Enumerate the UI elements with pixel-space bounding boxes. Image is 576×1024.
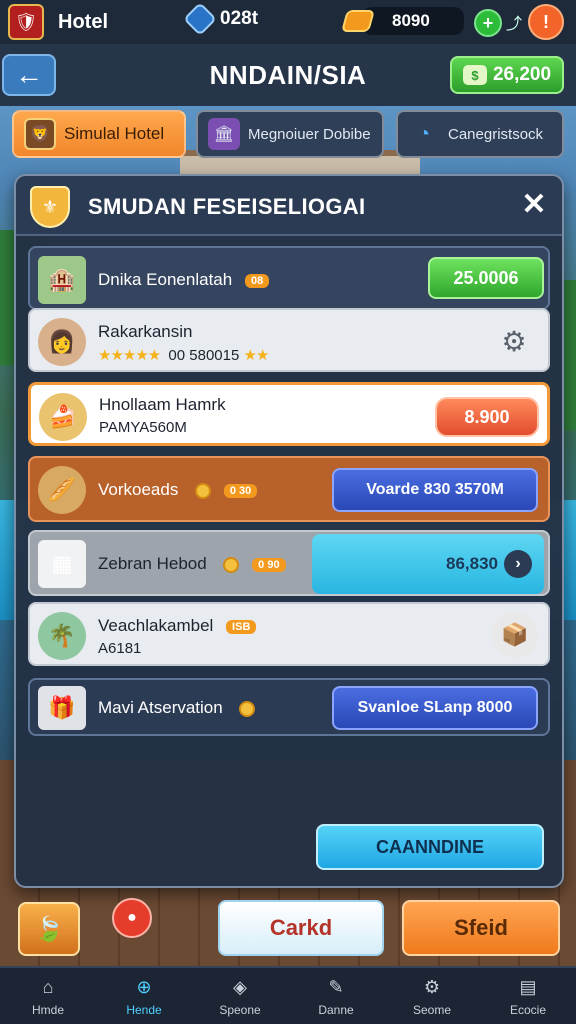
rating-value: 00 580015 — [168, 347, 240, 364]
coin-icon — [195, 482, 212, 499]
list-item[interactable]: ▦ Zebran Hebod 0 90 86,830 › — [28, 530, 550, 596]
row-title: Dnika Eonenlatah — [98, 270, 233, 289]
top-bar: 🛡 Hotel 028t 8090 + ⤴ ! — [0, 0, 576, 44]
nav-item-ecocie[interactable]: ▤ Ecocie — [480, 968, 576, 1024]
reservation-modal: ⚜ SMUDAN FESEISELIOGAI ✕ 🏨 Dnika Eonenla… — [14, 174, 564, 888]
list-item[interactable]: 🏨 Dnika Eonenlatah 08 25.0006 — [28, 246, 550, 310]
row-title: Vorkoeads — [98, 480, 179, 499]
price-button[interactable]: 25.0006 — [428, 257, 544, 299]
list-item[interactable]: 🥖 Vorkoeads 0 30 Voarde 830 3570M — [28, 456, 550, 522]
list-item[interactable]: 🎁 Mavi Atservation Svanloe SLanp 8000 — [28, 678, 550, 736]
row-value: 86,830 — [446, 554, 498, 573]
add-currency-button[interactable]: + — [474, 9, 502, 37]
nav-item-home[interactable]: ⌂ Hmde — [0, 968, 96, 1024]
nav-item-seome[interactable]: ⚙ Seome — [384, 968, 480, 1024]
gem-icon — [183, 2, 217, 36]
row-title: Zebran Hebod — [98, 554, 207, 573]
row-subtitle: A6181 — [98, 640, 142, 657]
bread-basket-icon: 🥖 — [38, 466, 86, 514]
share-icon[interactable]: ⤴ — [506, 10, 522, 34]
floor-plan-icon: ▦ — [38, 540, 86, 588]
chevron-right-icon[interactable]: › — [504, 550, 532, 578]
list-item[interactable]: 👩 Rakarkansin ★★★★★ 00 580015 ★★ ⚙ — [28, 308, 550, 372]
row-tag: ISB — [226, 619, 257, 634]
value-bar[interactable]: 86,830 › — [312, 534, 544, 594]
row-title: Veachlakambel — [98, 616, 214, 635]
resort-thumbnail-icon: 🌴 — [38, 612, 86, 660]
tab-simulal-hotel[interactable]: 🦁 Simulal Hotel — [12, 110, 186, 158]
start-button[interactable]: Sfeid — [402, 900, 560, 956]
nav-label: Ecocie — [509, 1003, 547, 1017]
manager-icon: 🏛 — [208, 118, 240, 150]
cash-balance[interactable]: $ 26,200 — [450, 56, 564, 94]
bottom-nav: ⌂ Hmde ⊕ Hende ◈ Speone ✎ Danne ⚙ Seome … — [0, 966, 576, 1024]
nav-item-danne[interactable]: ✎ Danne — [288, 968, 384, 1024]
gold-counter: 8090 — [341, 7, 464, 35]
row-tag: 0 90 — [252, 557, 286, 572]
nav-label: Hmde — [31, 1003, 64, 1017]
modal-header: ⚜ SMUDAN FESEISELIOGAI ✕ — [16, 176, 562, 236]
badge-icon: ⚜ — [30, 186, 70, 228]
guest-avatar: 👩 — [38, 318, 86, 366]
coin-icon — [223, 556, 240, 573]
header: ← NNDAIN/SIA $ 26,200 — [0, 44, 576, 106]
tab-label: Simulal Hotel — [64, 124, 165, 143]
chart-icon: ▤ — [519, 976, 537, 997]
notification-icon[interactable]: ● — [112, 898, 152, 938]
tab-canegristsock[interactable]: ◔ Canegristsock — [396, 110, 564, 158]
list-item[interactable]: 🌴 Veachlakambel ISB A6181 📦 — [28, 602, 550, 666]
star-rating-icon: ★★★★★ — [98, 347, 161, 364]
app-name: Hotel — [58, 10, 108, 33]
row-title: Hnollaam Hamrk — [99, 395, 226, 414]
hotel-thumbnail-icon: 🏨 — [38, 256, 86, 304]
cash-icon: $ — [462, 65, 487, 85]
pen-icon: ✎ — [328, 976, 344, 997]
food-tray-icon: 🍰 — [39, 393, 87, 441]
nav-item-hende[interactable]: ⊕ Hende — [96, 968, 192, 1024]
home-icon: ⌂ — [42, 976, 54, 997]
clock-icon: ◔ — [417, 122, 431, 145]
alert-menu-button[interactable]: ! — [528, 4, 564, 40]
continue-button[interactable]: CAANNDINE — [316, 824, 544, 870]
star-extra-icon: ★★ — [243, 347, 270, 364]
delivery-box-icon[interactable]: 📦 — [492, 612, 538, 658]
gift-box-icon: 🎁 — [38, 686, 86, 730]
close-button[interactable]: ✕ — [516, 186, 552, 222]
nav-item-speone[interactable]: ◈ Speone — [192, 968, 288, 1024]
app-logo-icon[interactable]: 🛡 — [8, 4, 44, 40]
nav-label: Seome — [412, 1003, 452, 1017]
globe-icon: ⊕ — [136, 976, 152, 997]
nav-label: Speone — [219, 1003, 261, 1017]
tab-megnoiuer[interactable]: 🏛 Megnoiuer Dobibe — [196, 110, 384, 158]
tab-bar: 🦁 Simulal Hotel 🏛 Megnoiuer Dobibe ◔ Can… — [0, 110, 576, 160]
reward-button[interactable]: Voarde 830 3570M — [332, 468, 538, 512]
gems-counter: 028t — [183, 2, 259, 36]
row-tag: 08 — [244, 273, 270, 288]
shield-icon: ◈ — [233, 976, 247, 997]
gems-value: 028t — [220, 8, 259, 29]
cancel-button[interactable]: Carkd — [218, 900, 384, 956]
film-reel-icon[interactable]: ⚙ — [490, 320, 538, 362]
row-title: Rakarkansin — [98, 322, 193, 341]
tab-label: Megnoiuer Dobibe — [248, 125, 371, 143]
tab-label: Canegristsock — [448, 125, 544, 143]
nav-label: Danne — [318, 1003, 354, 1017]
gear-icon: ⚙ — [423, 976, 441, 997]
row-title: Mavi Atservation — [98, 698, 223, 717]
coin-icon — [239, 700, 256, 717]
row-subtitle: PAMYA560M — [99, 419, 187, 436]
cost-button[interactable]: 8.900 — [435, 397, 539, 437]
gold-value: 8090 — [362, 7, 464, 35]
hotel-crest-icon: 🦁 — [24, 118, 56, 150]
row-tag: 0 30 — [223, 483, 258, 498]
cash-value: 26,200 — [492, 64, 552, 85]
reservation-button[interactable]: Svanloe SLanp 8000 — [332, 686, 538, 730]
modal-title: SMUDAN FESEISELIOGAI — [88, 194, 366, 219]
list-item[interactable]: 🍰 Hnollaam Hamrk PAMYA560M 8.900 — [28, 382, 550, 446]
nav-label: Hende — [126, 1003, 162, 1017]
leaf-icon[interactable]: 🍃 — [18, 902, 80, 956]
